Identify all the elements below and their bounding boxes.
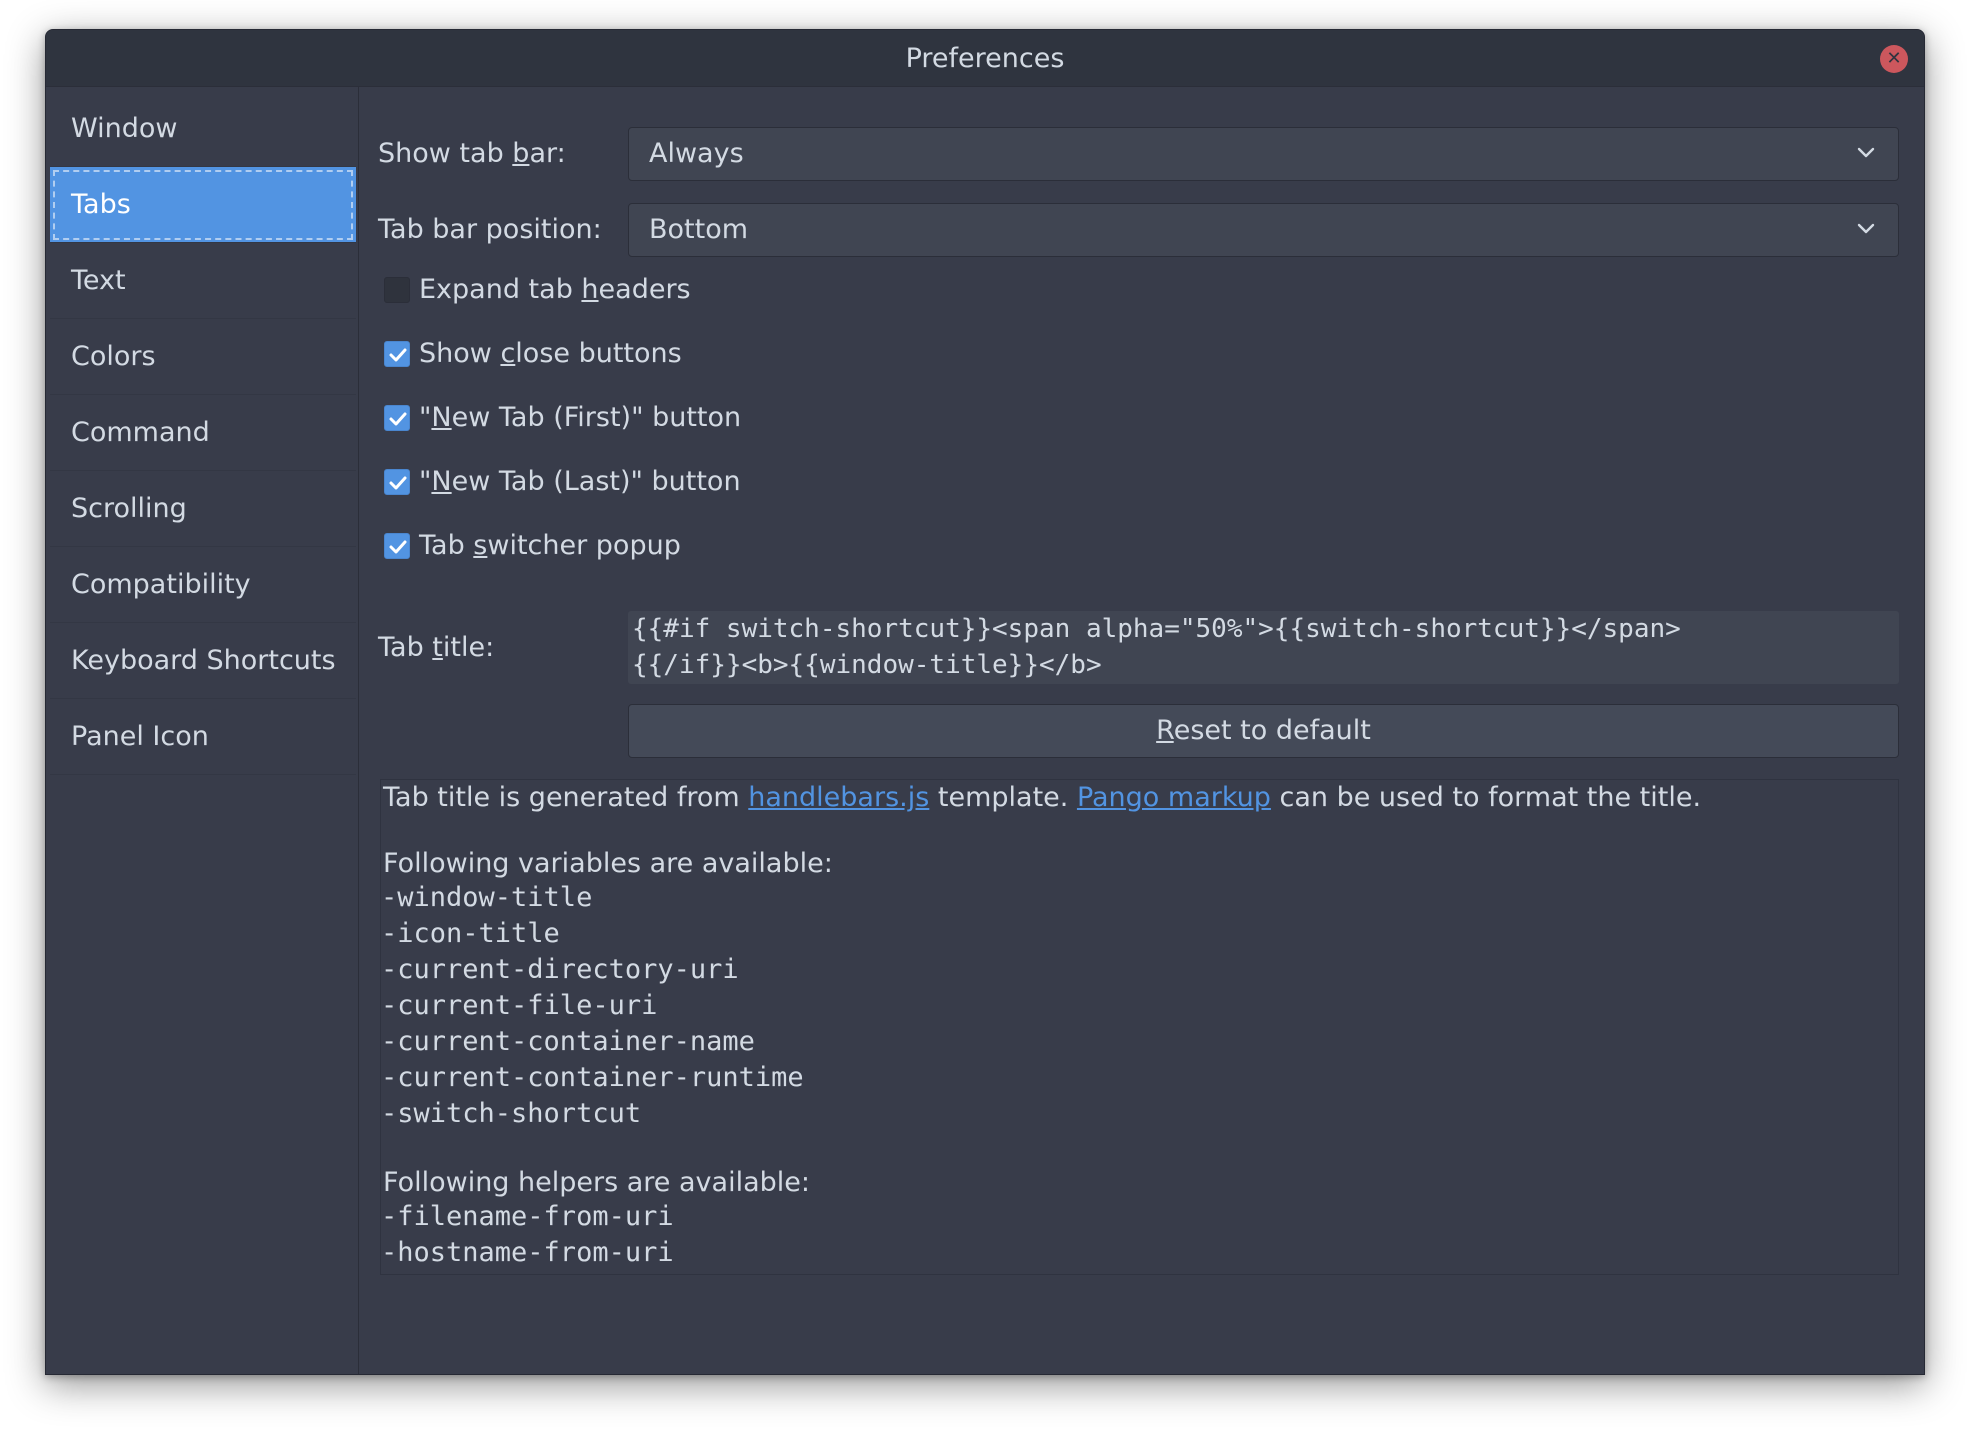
new-tab-last-button-label: "New Tab (Last)" button: [419, 466, 741, 497]
sidebar-item-keyboard-shortcuts[interactable]: Keyboard Shortcuts: [50, 623, 356, 699]
checkbox-unchecked[interactable]: [384, 277, 410, 303]
sidebar-item-panel-icon[interactable]: Panel Icon: [50, 699, 356, 775]
tabs-settings-panel: Show tab bar: Always Tab bar position: B…: [359, 87, 1924, 1374]
helper-item: -filename-from-uri: [381, 1201, 674, 1232]
preferences-window: Preferences ✕ Window Tabs Text Colors Co…: [45, 29, 1925, 1375]
sidebar-item-label: Panel Icon: [71, 721, 209, 752]
sidebar-item-command[interactable]: Command: [50, 395, 356, 471]
checkmark-icon: [389, 412, 407, 426]
sidebar-item-label: Keyboard Shortcuts: [71, 645, 336, 676]
checkbox-checked[interactable]: [384, 405, 410, 431]
tab-title-template-input[interactable]: {{#if switch-shortcut}}<span alpha="50%"…: [628, 611, 1899, 684]
template-line-1: {{#if switch-shortcut}}<span alpha="50%"…: [632, 614, 1681, 644]
tab-bar-position-dropdown[interactable]: Bottom: [628, 203, 1899, 257]
reset-to-default-button[interactable]: Reset to default: [628, 704, 1899, 758]
tab-title-label: Tab title:: [378, 632, 495, 663]
checkbox-checked[interactable]: [384, 469, 410, 495]
sidebar-item-label: Tabs: [71, 189, 131, 220]
variable-item: -current-container-name: [381, 1026, 755, 1057]
tab-bar-position-label: Tab bar position:: [378, 214, 602, 245]
sidebar-item-label: Text: [71, 265, 126, 296]
new-tab-first-button-label: "New Tab (First)" button: [419, 402, 742, 433]
helpers-heading: Following helpers are available:: [383, 1167, 810, 1198]
show-tab-bar-dropdown[interactable]: Always: [628, 127, 1899, 181]
checkbox-checked[interactable]: [384, 533, 410, 559]
show-tab-bar-label: Show tab bar:: [378, 138, 566, 169]
sidebar-item-scrolling[interactable]: Scrolling: [50, 471, 356, 547]
chevron-down-icon: [1857, 147, 1875, 158]
variable-item: -current-container-runtime: [381, 1062, 804, 1093]
tab-switcher-popup-label: Tab switcher popup: [419, 530, 681, 561]
title-bar: Preferences ✕: [46, 30, 1924, 87]
checkbox-checked[interactable]: [384, 341, 410, 367]
expand-tab-headers-label: Expand tab headers: [419, 274, 691, 305]
template-line-2: {{/if}}<b>{{window-title}}</b>: [632, 650, 1102, 680]
help-intro: Tab title is generated from handlebars.j…: [383, 782, 1702, 813]
variable-item: -current-directory-uri: [381, 954, 739, 985]
sidebar-item-label: Colors: [71, 341, 156, 372]
sidebar-item-colors[interactable]: Colors: [50, 319, 356, 395]
checkmark-icon: [389, 476, 407, 490]
sidebar-item-label: Compatibility: [71, 569, 251, 600]
sidebar-item-label: Command: [71, 417, 210, 448]
show-tab-bar-value: Always: [649, 138, 744, 169]
checkmark-icon: [389, 348, 407, 362]
chevron-down-icon: [1857, 223, 1875, 234]
window-title: Preferences: [905, 43, 1065, 74]
close-icon: ✕: [1886, 48, 1902, 69]
sidebar-item-compatibility[interactable]: Compatibility: [50, 547, 356, 623]
variables-heading: Following variables are available:: [383, 848, 833, 879]
show-close-buttons-label: Show close buttons: [419, 338, 682, 369]
variable-item: -switch-shortcut: [381, 1098, 642, 1129]
checkmark-icon: [389, 540, 407, 554]
pango-markup-link[interactable]: Pango markup: [1077, 782, 1271, 813]
variable-item: -icon-title: [381, 918, 560, 949]
handlebars-link[interactable]: handlebars.js: [748, 782, 929, 813]
sidebar-item-label: Window: [71, 113, 178, 144]
help-text-box: Tab title is generated from handlebars.j…: [380, 779, 1899, 1275]
sidebar: Window Tabs Text Colors Command Scrollin…: [46, 87, 359, 1374]
sidebar-item-tabs[interactable]: Tabs: [50, 167, 356, 243]
helper-item: -hostname-from-uri: [381, 1237, 674, 1268]
sidebar-item-text[interactable]: Text: [50, 243, 356, 319]
close-button[interactable]: ✕: [1880, 45, 1908, 73]
sidebar-item-window[interactable]: Window: [50, 91, 356, 167]
tab-bar-position-value: Bottom: [649, 214, 749, 245]
variable-item: -window-title: [381, 882, 593, 913]
sidebar-item-label: Scrolling: [71, 493, 187, 524]
variable-item: -current-file-uri: [381, 990, 658, 1021]
